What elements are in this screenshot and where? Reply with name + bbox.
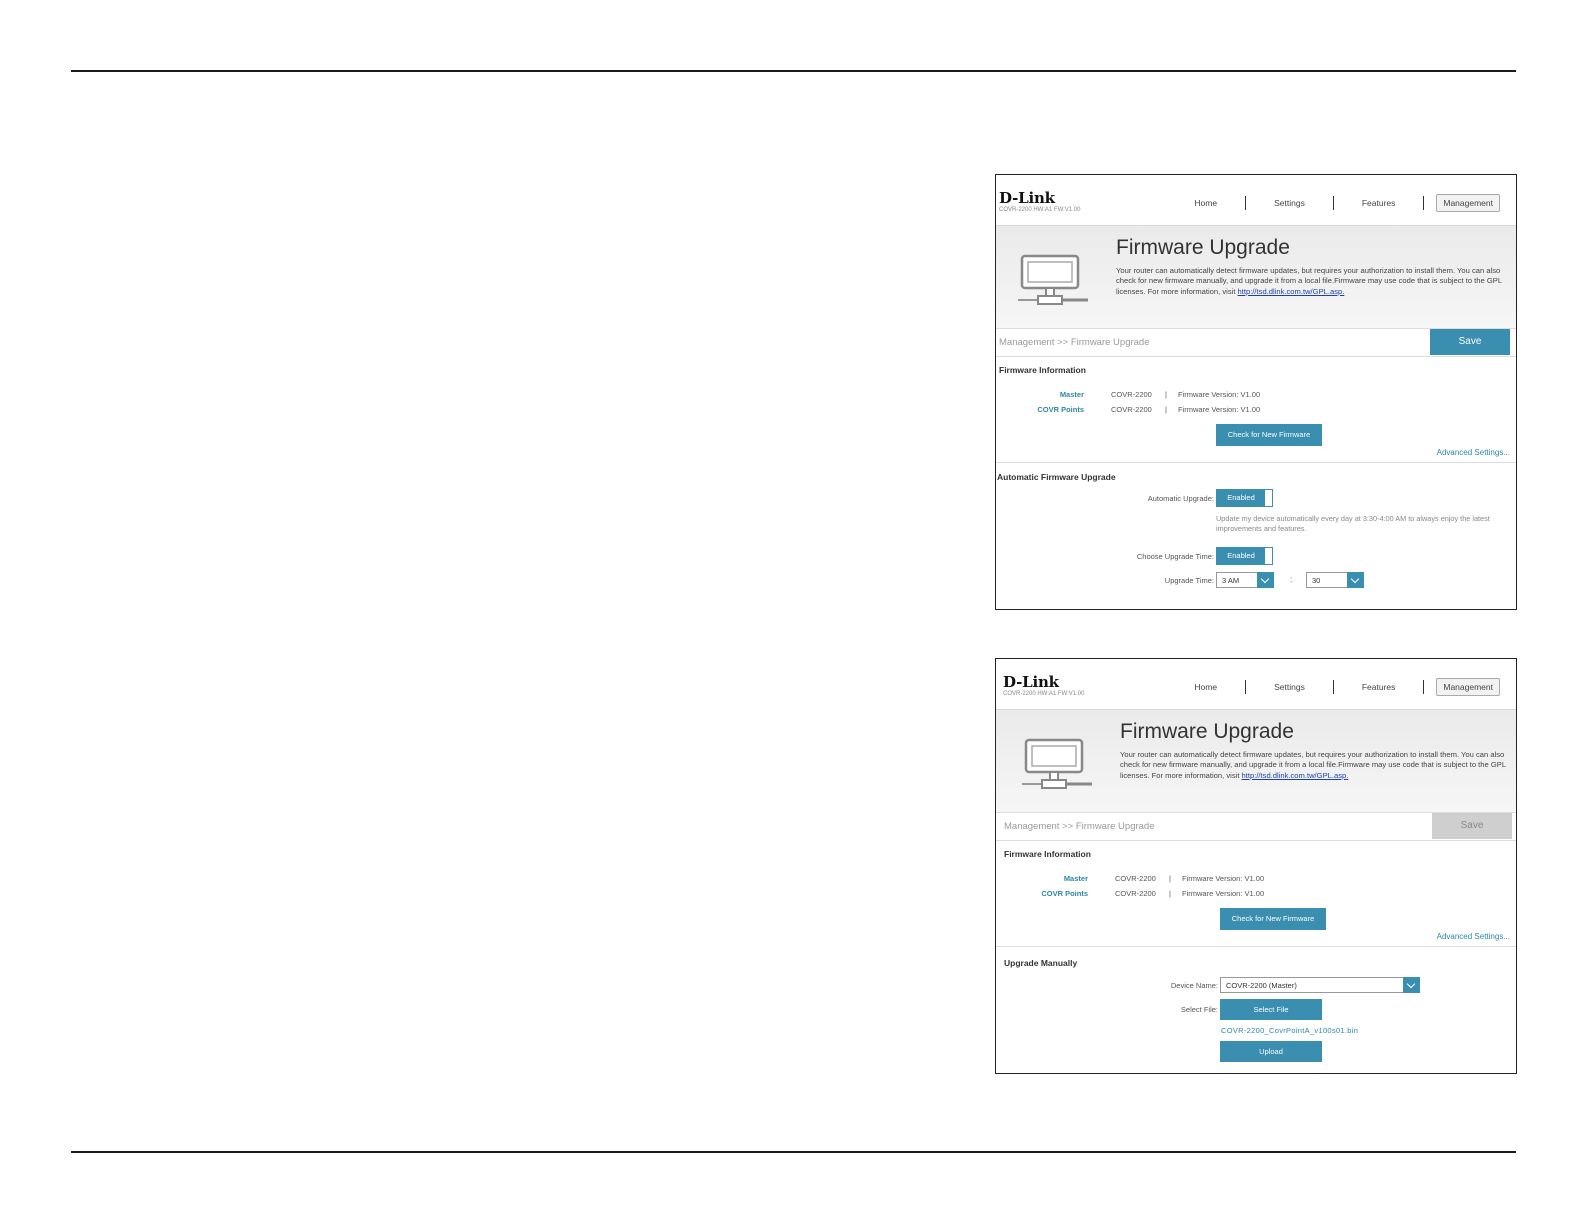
main-nav: Home Settings Features Management xyxy=(1166,678,1500,696)
row-label: Master xyxy=(1063,874,1088,883)
row-label: COVR Points xyxy=(1041,889,1088,898)
hero-description: Your router can automatically detect fir… xyxy=(1116,266,1508,297)
auto-upgrade-label: Automatic Upgrade: xyxy=(1147,494,1214,503)
time-colon: : xyxy=(1290,575,1293,584)
router-header: D-Link COVR-2200 HW:A1 FW:V1.00 Home Set… xyxy=(996,175,1516,226)
nav-management[interactable]: Management xyxy=(1436,194,1500,212)
nav-home[interactable]: Home xyxy=(1166,682,1245,692)
nav-settings[interactable]: Settings xyxy=(1246,198,1333,208)
row-version: Firmware Version: V1.00 xyxy=(1178,405,1261,414)
device-name-label: Device Name: xyxy=(1170,981,1218,990)
row-separator: | xyxy=(1165,405,1167,414)
row-label: COVR Points xyxy=(1037,405,1084,414)
page-title: Firmware Upgrade xyxy=(1120,720,1294,743)
router-header: D-Link COVR-2200 HW:A1 FW:V1.00 Home Set… xyxy=(996,659,1516,710)
nav-home[interactable]: Home xyxy=(1166,198,1245,208)
dlink-logo: D-Link xyxy=(1003,673,1059,691)
nav-management[interactable]: Management xyxy=(1436,678,1500,696)
hero-description: Your router can automatically detect fir… xyxy=(1120,750,1510,781)
row-label: Master xyxy=(1059,390,1084,399)
select-value: COVR-2200 (Master) xyxy=(1226,981,1297,990)
page-title: Firmware Upgrade xyxy=(1116,236,1290,259)
check-firmware-button[interactable]: Check for New Firmware xyxy=(1216,424,1322,446)
toggle-state: Enabled xyxy=(1217,548,1265,564)
advanced-settings-link[interactable]: Advanced Settings... xyxy=(1437,932,1510,941)
row-version: Firmware Version: V1.00 xyxy=(1178,390,1261,399)
row-separator: | xyxy=(1165,390,1167,399)
breadcrumb-bar: Management >> Firmware Upgrade Save xyxy=(996,329,1516,357)
nav-separator xyxy=(1423,196,1425,210)
row-version: Firmware Version: V1.00 xyxy=(1182,874,1265,883)
breadcrumb: Management >> Firmware Upgrade xyxy=(1004,821,1155,832)
screenshot-manual-upgrade: D-Link COVR-2200 HW:A1 FW:V1.00 Home Set… xyxy=(995,658,1517,1074)
nav-separator xyxy=(1423,680,1425,694)
breadcrumb: Management >> Firmware Upgrade xyxy=(999,337,1150,348)
firmware-row-master: Master COVR-2200 | Firmware Version: V1.… xyxy=(996,874,1516,886)
nav-features[interactable]: Features xyxy=(1334,682,1424,692)
device-name-select[interactable]: COVR-2200 (Master) xyxy=(1220,977,1420,993)
minute-select[interactable]: 30 xyxy=(1306,572,1364,588)
selected-file-name: COVR-2200_CovrPointA_v100s01.bin xyxy=(1221,1026,1359,1035)
upgrade-time-label: Upgrade Time: xyxy=(1164,576,1214,585)
hero-banner: Firmware Upgrade Your router can automat… xyxy=(996,710,1516,813)
select-file-label: Select File: xyxy=(1180,1005,1218,1014)
breadcrumb-bar: Management >> Firmware Upgrade Save xyxy=(996,813,1516,841)
main-nav: Home Settings Features Management xyxy=(1166,194,1500,212)
monitor-icon xyxy=(1022,738,1092,789)
gpl-link[interactable]: http://tsd.dlink.com.tw/GPL.asp. xyxy=(1242,771,1349,780)
upload-button[interactable]: Upload xyxy=(1220,1041,1322,1062)
hour-select[interactable]: 3 AM xyxy=(1216,572,1274,588)
save-button[interactable]: Save xyxy=(1430,329,1510,355)
firmware-row-covr-points: COVR Points COVR-2200 | Firmware Version… xyxy=(996,889,1516,901)
save-button[interactable]: Save xyxy=(1432,813,1512,839)
select-value: 30 xyxy=(1312,576,1321,585)
hero-banner: Firmware Upgrade Your router can automat… xyxy=(996,226,1516,329)
choose-time-label: Choose Upgrade Time: xyxy=(1136,552,1214,561)
select-file-button[interactable]: Select File xyxy=(1220,999,1322,1020)
chevron-down-icon xyxy=(1257,572,1274,588)
screenshot-automatic-upgrade: D-Link COVR-2200 HW:A1 FW:V1.00 Home Set… xyxy=(995,174,1517,610)
upgrade-manually-title: Upgrade Manually xyxy=(1004,958,1078,968)
page-bottom-rule xyxy=(71,1151,1516,1153)
row-version: Firmware Version: V1.00 xyxy=(1182,889,1265,898)
chevron-down-icon xyxy=(1403,977,1420,993)
auto-upgrade-note: Update my device automatically every day… xyxy=(1216,514,1490,533)
advanced-settings-link[interactable]: Advanced Settings... xyxy=(1437,448,1510,457)
section-divider xyxy=(996,946,1516,947)
nav-features[interactable]: Features xyxy=(1334,198,1424,208)
firmware-info-title: Firmware Information xyxy=(1004,849,1091,859)
firmware-info-title: Firmware Information xyxy=(999,365,1086,375)
gpl-link[interactable]: http://tsd.dlink.com.tw/GPL.asp. xyxy=(1238,287,1345,296)
model-info: COVR-2200 HW:A1 FW:V1.00 xyxy=(999,207,1081,213)
row-separator: | xyxy=(1169,874,1171,883)
choose-time-toggle[interactable]: Enabled xyxy=(1216,547,1273,565)
section-divider xyxy=(996,462,1516,463)
page-top-rule xyxy=(71,70,1516,72)
row-device: COVR-2200 xyxy=(1115,889,1156,898)
dlink-logo: D-Link xyxy=(999,189,1055,207)
auto-upgrade-title: Automatic Firmware Upgrade xyxy=(997,472,1116,482)
monitor-icon xyxy=(1018,254,1088,305)
toggle-state: Enabled xyxy=(1217,490,1265,506)
select-value: 3 AM xyxy=(1222,576,1240,585)
auto-upgrade-toggle[interactable]: Enabled xyxy=(1216,489,1273,507)
firmware-row-covr-points: COVR Points COVR-2200 | Firmware Version… xyxy=(996,405,1516,417)
model-info: COVR-2200 HW:A1 FW:V1.00 xyxy=(1003,691,1085,697)
check-firmware-button[interactable]: Check for New Firmware xyxy=(1220,908,1326,930)
nav-settings[interactable]: Settings xyxy=(1246,682,1333,692)
row-separator: | xyxy=(1169,889,1171,898)
row-device: COVR-2200 xyxy=(1111,405,1152,414)
firmware-row-master: Master COVR-2200 | Firmware Version: V1.… xyxy=(996,390,1516,402)
row-device: COVR-2200 xyxy=(1115,874,1156,883)
chevron-down-icon xyxy=(1347,572,1364,588)
row-device: COVR-2200 xyxy=(1111,390,1152,399)
